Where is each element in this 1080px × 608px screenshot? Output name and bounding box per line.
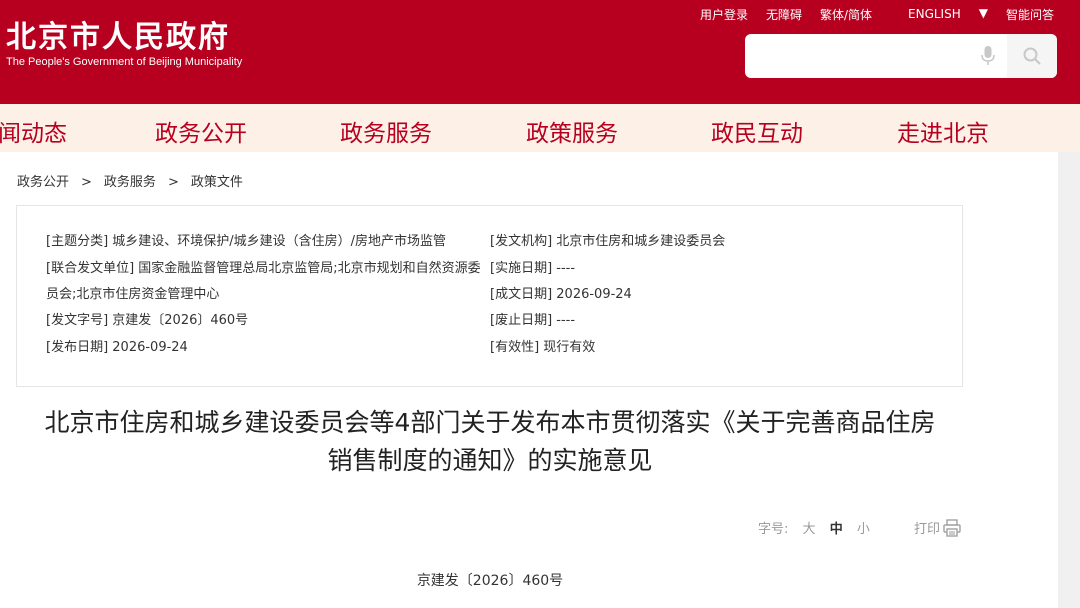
- breadcrumb-policy-docs[interactable]: 政策文件: [191, 175, 243, 190]
- info-abolish-date: [废止日期] ----: [490, 313, 576, 328]
- info-co-issuer-1: [联合发文单位] 国家金融监督管理总局北京监管局;北京市规划和自然资源委: [46, 261, 481, 276]
- breadcrumb-separator: >: [81, 175, 92, 190]
- search-button[interactable]: [1007, 34, 1057, 78]
- breadcrumb: 政务公开 > 政务服务 > 政策文件: [17, 171, 243, 190]
- caret-down-icon: ▼: [978, 6, 988, 20]
- login-link[interactable]: 用户登录: [700, 6, 748, 23]
- info-publish-date: [发布日期] 2026-09-24: [46, 340, 188, 355]
- printer-icon: [943, 519, 961, 537]
- main-nav: 闻动态 政务公开 政务服务 政策服务 政民互动 走进北京: [0, 104, 1080, 152]
- print-label: 打印: [914, 522, 941, 537]
- microphone-icon[interactable]: [981, 46, 995, 66]
- font-size-large[interactable]: 大: [803, 522, 816, 537]
- article-title-line-1: 北京市住房和城乡建设委员会等4部门关于发布本市贯彻落实《关于完善商品住房: [44, 408, 936, 437]
- document-info-box: [主题分类] 城乡建设、环境保护/城乡建设（含住房）/房地产市场监管 [发文机构…: [16, 205, 963, 387]
- nav-item-policy-services[interactable]: 政策服务: [526, 114, 618, 148]
- page-scrollbar[interactable]: [1058, 152, 1080, 608]
- nav-item-interaction[interactable]: 政民互动: [711, 114, 803, 148]
- font-size-controls: 字号: 大 中 小: [758, 518, 880, 537]
- english-link-label: ENGLISH: [908, 7, 961, 21]
- breadcrumb-gov-affairs[interactable]: 政务公开: [17, 175, 69, 190]
- article-doc-number: 京建发〔2026〕460号: [416, 573, 564, 589]
- search-icon: [1023, 47, 1041, 65]
- content-panel: 政务公开 > 政务服务 > 政策文件 [主题分类] 城乡建设、环境保护/城乡建设（含住房…: [0, 152, 1058, 608]
- traditional-simplified-link[interactable]: 繁体/简体: [820, 6, 872, 23]
- accessibility-link[interactable]: 无障碍: [766, 6, 802, 23]
- nav-item-news[interactable]: 闻动态: [0, 114, 67, 148]
- info-issuer: [发文机构] 北京市住房和城乡建设委员会: [490, 234, 726, 249]
- search-box: [745, 34, 1057, 78]
- info-co-issuer-2: 员会;北京市住房资金管理中心: [46, 287, 220, 302]
- nav-item-gov-services[interactable]: 政务服务: [340, 114, 432, 148]
- top-links: 用户登录 无障碍 繁体/简体 ENGLISH ▼ 智能问答: [682, 6, 1054, 23]
- article-title: 北京市住房和城乡建设委员会等4部门关于发布本市贯彻落实《关于完善商品住房 销售制…: [0, 404, 980, 480]
- breadcrumb-separator: >: [167, 175, 179, 190]
- breadcrumb-gov-services[interactable]: 政务服务: [104, 175, 156, 190]
- info-validity: [有效性] 现行有效: [490, 340, 596, 355]
- english-link[interactable]: ENGLISH ▼: [890, 6, 988, 23]
- info-written-date: [成文日期] 2026-09-24: [490, 287, 632, 302]
- print-button[interactable]: 打印: [914, 518, 961, 537]
- font-size-label: 字号:: [758, 522, 789, 537]
- font-size-small[interactable]: 小: [857, 522, 870, 537]
- info-doc-number: [发文字号] 京建发〔2026〕460号: [46, 313, 249, 328]
- font-size-medium[interactable]: 中: [830, 522, 843, 537]
- smart-qa-link[interactable]: 智能问答: [1006, 6, 1054, 23]
- site-logo-cn[interactable]: 北京市人民政府: [6, 12, 230, 56]
- site-header: 北京市人民政府 The People's Government of Beiji…: [0, 0, 1080, 104]
- info-effective-date: [实施日期] ----: [490, 261, 576, 276]
- article-title-line-2: 销售制度的通知》的实施意见: [327, 446, 653, 475]
- nav-item-gov-affairs[interactable]: 政务公开: [155, 114, 247, 148]
- site-logo-en[interactable]: The People's Government of Beijing Munic…: [6, 56, 242, 68]
- search-input[interactable]: [755, 42, 969, 72]
- info-subject: [主题分类] 城乡建设、环境保护/城乡建设（含住房）/房地产市场监管: [46, 234, 447, 249]
- nav-item-about-beijing[interactable]: 走进北京: [897, 114, 989, 148]
